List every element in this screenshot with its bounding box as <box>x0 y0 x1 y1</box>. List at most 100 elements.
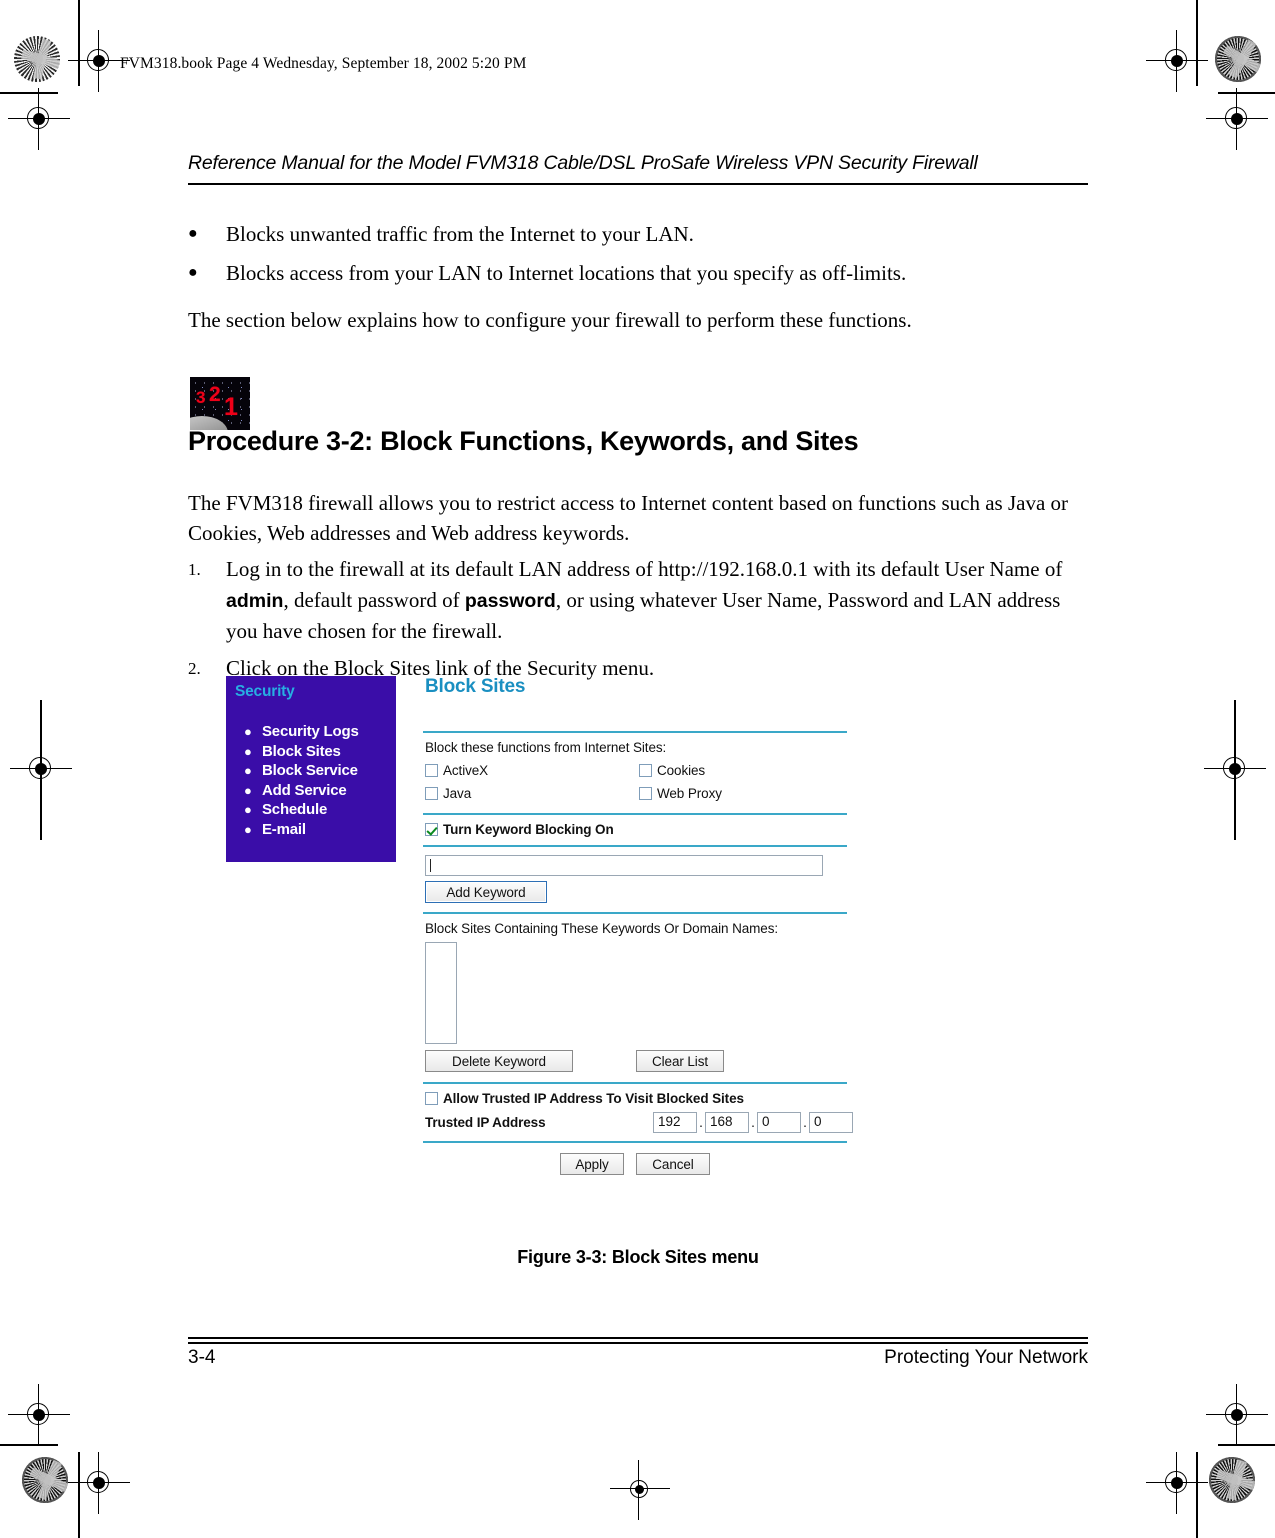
bullet-text: Blocks unwanted traffic from the Interne… <box>226 222 694 246</box>
intro-paragraph: The section below explains how to config… <box>188 308 912 332</box>
form-submit-row: Apply Cancel <box>423 1153 847 1175</box>
checkbox-icon[interactable] <box>639 764 652 777</box>
block-functions-checkbox-grid: ActiveX Java Cookies Web Proxy <box>425 759 853 805</box>
divider <box>423 845 847 847</box>
sidebar-item-label: Schedule <box>262 801 328 818</box>
ip-separator: . <box>751 1115 755 1130</box>
sidebar-item-security-logs[interactable]: ● Security Logs <box>244 722 359 742</box>
bullet-icon: ● <box>244 821 252 837</box>
bullet-icon: ● <box>244 802 252 817</box>
keyword-listbox[interactable] <box>425 942 457 1044</box>
sidebar-item-block-sites[interactable]: ● Block Sites <box>244 742 359 762</box>
list-item: 1. Log in to the firewall at its default… <box>188 554 1088 647</box>
block-functions-label: Block these functions from Internet Site… <box>425 740 667 755</box>
book-file-header: FVM318.book Page 4 Wednesday, September … <box>120 55 527 72</box>
ip-octet-2[interactable]: 168 <box>705 1112 749 1133</box>
step-text-part2: , default password of <box>283 587 465 612</box>
block-sites-screenshot-figure: Security ● Security Logs ● Block Sites ●… <box>226 676 866 1231</box>
bullet-icon: ● <box>188 225 198 242</box>
countdown-digit-3: 3 <box>196 388 206 407</box>
ip-separator: . <box>803 1115 807 1130</box>
keyword-list-label: Block Sites Containing These Keywords Or… <box>425 921 779 936</box>
footer-rule-bottom <box>188 1342 1088 1344</box>
checkbox-column-left: ActiveX Java <box>425 759 639 805</box>
bullet-icon: ● <box>244 724 252 739</box>
bullet-icon: ● <box>244 743 252 759</box>
trusted-ip-row: Trusted IP Address 192 . 168 . 0 . 0 <box>425 1112 853 1133</box>
feature-bullet-list: ● Blocks unwanted traffic from the Inter… <box>188 219 1088 297</box>
procedure-countdown-icon: 3 2 1 <box>190 377 250 430</box>
checkbox-allow-trusted-ip[interactable]: Allow Trusted IP Address To Visit Blocke… <box>425 1091 853 1106</box>
trusted-ip-label: Trusted IP Address <box>425 1115 546 1130</box>
checkbox-icon[interactable] <box>425 764 438 777</box>
footer-chapter-title: Protecting Your Network <box>884 1347 1088 1368</box>
checkbox-web-proxy[interactable]: Web Proxy <box>639 782 853 805</box>
procedure-body-paragraph: The FVM318 firewall allows you to restri… <box>188 491 1069 545</box>
checkbox-label: Java <box>443 786 472 801</box>
step-number: 2. <box>188 658 201 678</box>
keyword-action-row: Delete Keyword Clear List <box>425 1050 853 1072</box>
bullet-icon: ● <box>188 264 198 281</box>
sidebar-item-label: Security Logs <box>262 723 359 740</box>
checkbox-java[interactable]: Java <box>425 782 639 805</box>
checkbox-cookies[interactable]: Cookies <box>639 759 853 782</box>
add-keyword-button[interactable]: Add Keyword <box>425 881 547 903</box>
delete-keyword-button[interactable]: Delete Keyword <box>425 1050 573 1072</box>
divider <box>423 813 847 815</box>
ip-octet-1[interactable]: 192 <box>653 1112 697 1133</box>
checkbox-icon[interactable] <box>425 1092 438 1105</box>
step-bold-password: password <box>464 589 556 612</box>
trusted-ip-fields: 192 . 168 . 0 . 0 <box>653 1112 853 1133</box>
text-cursor <box>430 859 431 872</box>
apply-button[interactable]: Apply <box>560 1153 624 1175</box>
sidebar-item-label: E-mail <box>262 820 306 838</box>
ip-octet-4[interactable]: 0 <box>809 1112 853 1133</box>
divider <box>423 731 847 733</box>
footer-rule-top <box>188 1337 1088 1339</box>
sidebar-item-block-service[interactable]: ● Block Service <box>244 761 359 781</box>
checkbox-turn-keyword-blocking-on[interactable]: Turn Keyword Blocking On <box>425 822 853 837</box>
security-menu-title: Security <box>235 683 295 700</box>
checkbox-label: Turn Keyword Blocking On <box>443 822 614 837</box>
security-menu-panel: Security ● Security Logs ● Block Sites ●… <box>226 676 396 862</box>
checkbox-label: ActiveX <box>443 763 489 778</box>
figure-caption: Figure 3-3: Block Sites menu <box>517 1247 759 1267</box>
bullet-icon: ● <box>244 763 252 778</box>
security-menu-list: ● Security Logs ● Block Sites ● Block Se… <box>244 722 359 839</box>
checkbox-activex[interactable]: ActiveX <box>425 759 639 782</box>
checkbox-icon[interactable] <box>425 787 438 800</box>
checkbox-label: Web Proxy <box>657 786 722 801</box>
cancel-button[interactable]: Cancel <box>636 1153 710 1175</box>
divider <box>423 912 847 914</box>
clear-list-button[interactable]: Clear List <box>636 1050 724 1072</box>
divider <box>423 1141 847 1143</box>
sidebar-item-label: Block Service <box>262 762 358 779</box>
sidebar-item-label: Add Service <box>262 781 347 799</box>
document-page: FVM318.book Page 4 Wednesday, September … <box>0 0 1275 1538</box>
sidebar-item-add-service[interactable]: ● Add Service <box>244 781 359 801</box>
checkbox-label: Allow Trusted IP Address To Visit Blocke… <box>443 1091 744 1106</box>
sidebar-item-schedule[interactable]: ● Schedule <box>244 800 359 820</box>
block-sites-form: Block Sites Block these functions from I… <box>423 676 853 1175</box>
step-number: 1. <box>188 560 201 579</box>
running-head-rule <box>188 183 1088 185</box>
ip-separator: . <box>699 1115 703 1130</box>
checkbox-column-right: Cookies Web Proxy <box>639 759 853 805</box>
sidebar-item-email[interactable]: ● E-mail <box>244 820 359 840</box>
divider <box>423 1082 847 1084</box>
procedure-step-list: 1. Log in to the firewall at its default… <box>188 554 1088 690</box>
page-number: 3-4 <box>188 1347 216 1368</box>
checkbox-icon[interactable] <box>425 823 438 836</box>
countdown-digit-2: 2 <box>209 383 221 406</box>
list-item: ● Blocks access from your LAN to Interne… <box>188 258 1088 288</box>
bullet-icon: ● <box>244 782 252 798</box>
checkbox-icon[interactable] <box>639 787 652 800</box>
running-head: Reference Manual for the Model FVM318 Ca… <box>188 152 978 174</box>
step-text-part1: Log in to the firewall at its default LA… <box>226 557 1063 581</box>
ip-octet-3[interactable]: 0 <box>757 1112 801 1133</box>
panel-title: Block Sites <box>425 676 526 697</box>
step-text: Log in to the firewall at its default LA… <box>226 554 1088 647</box>
keyword-input[interactable] <box>425 855 823 876</box>
list-item: ● Blocks unwanted traffic from the Inter… <box>188 219 1088 249</box>
